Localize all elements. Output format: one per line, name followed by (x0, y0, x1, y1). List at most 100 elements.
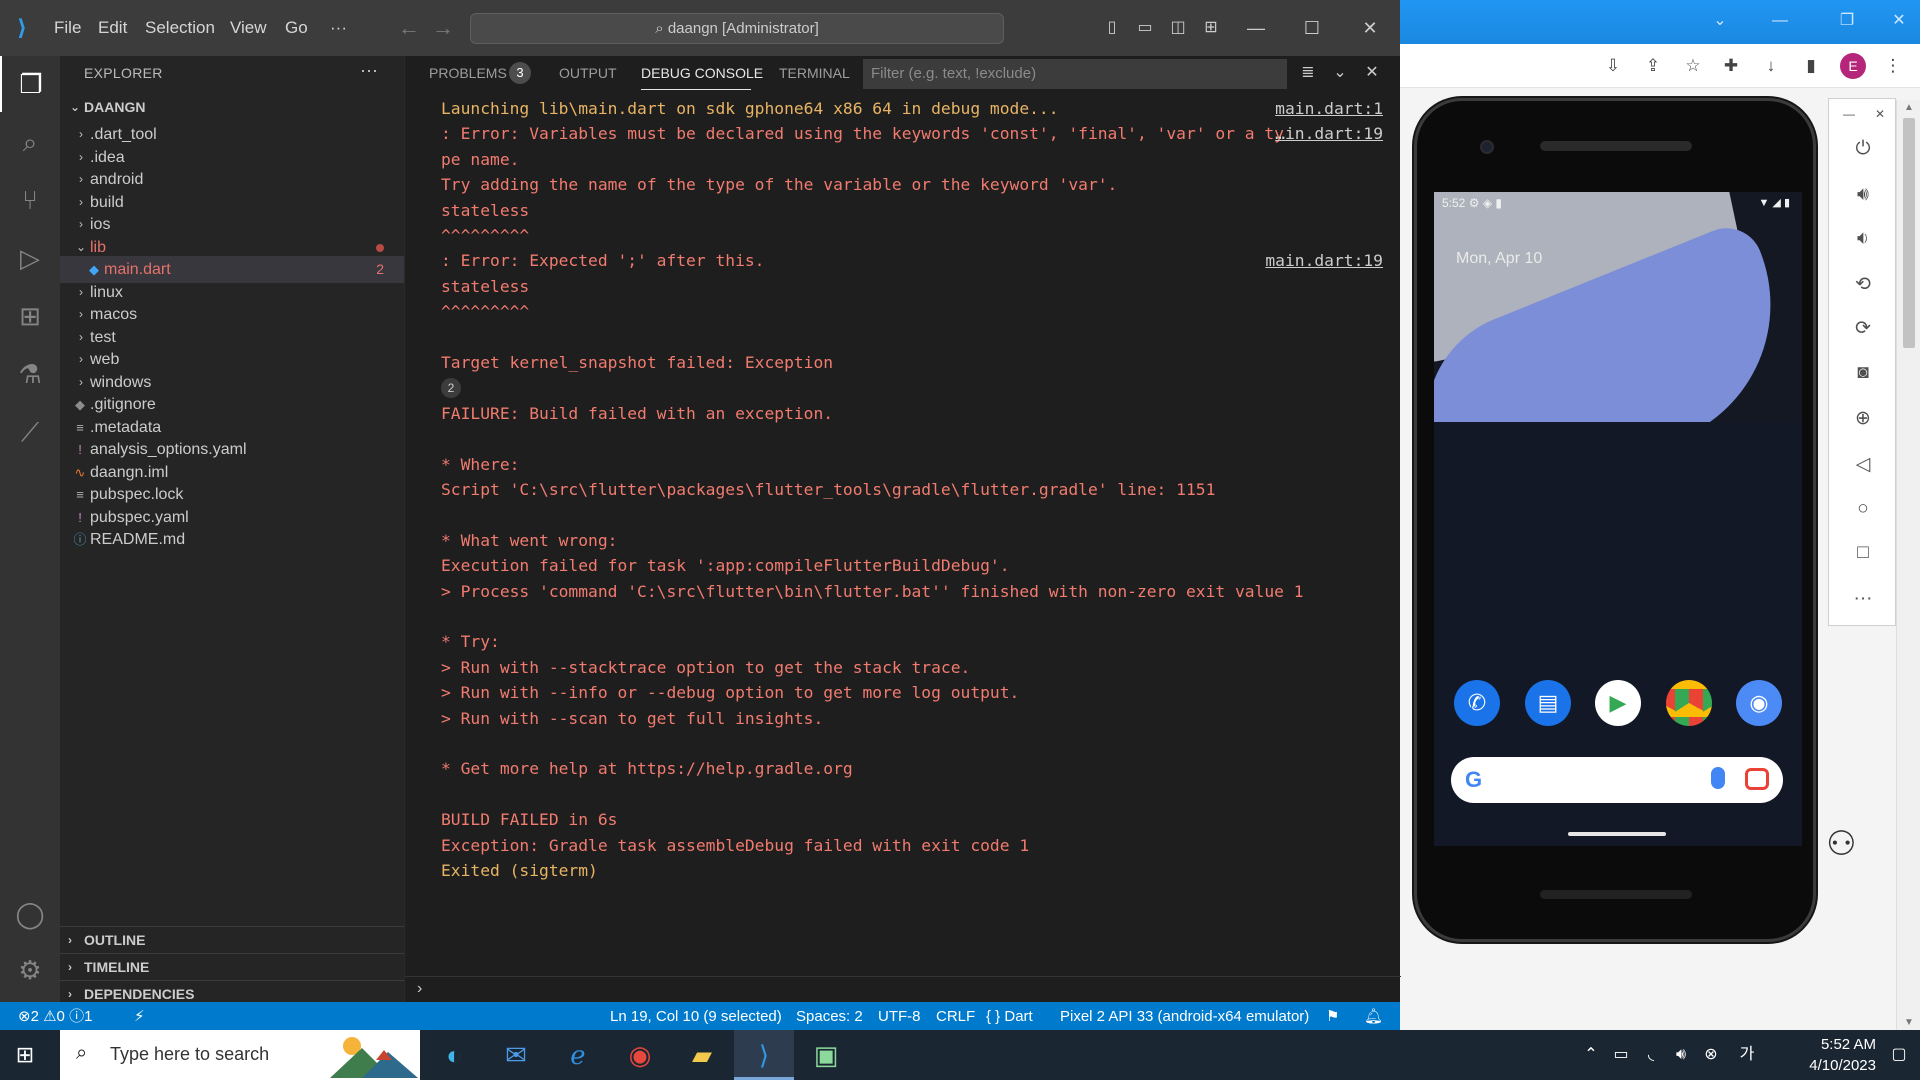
extensions-icon[interactable]: ✚ (1718, 54, 1744, 78)
project-root[interactable]: ⌄ DAANGN (60, 94, 404, 121)
console-input-prompt[interactable]: › (417, 980, 422, 998)
scroll-up-arrow[interactable]: ▲ (1897, 102, 1920, 113)
tab-debug-console[interactable]: DEBUG CONSOLE (641, 65, 763, 81)
minimize-button[interactable]: — (1843, 107, 1855, 121)
emulator-screen[interactable]: 5:52 ⚙ ◈ ▮ ▼ ◢ ▮ Mon, Apr 10 ✆ ▤ ▶ ◉ G (1434, 192, 1802, 846)
chrome-app-icon[interactable]: ◉ (610, 1030, 670, 1080)
testing-icon[interactable]: ⚗ (0, 346, 60, 402)
zoom-icon[interactable]: ⊕ (1829, 403, 1897, 435)
source-control-icon[interactable]: ⑂ (0, 172, 60, 228)
chevron-down-icon[interactable]: ⌄ (1705, 8, 1735, 34)
line-ending[interactable]: CRLF (936, 1007, 975, 1027)
cursor-position[interactable]: Ln 19, Col 10 (9 selected) (610, 1007, 782, 1027)
indentation[interactable]: Spaces: 2 (796, 1007, 863, 1027)
back-arrow-icon[interactable]: ← (398, 15, 420, 41)
kebab-menu-icon[interactable]: ⋮ (1880, 54, 1906, 78)
minimize-button[interactable]: — (1765, 8, 1795, 34)
phone-app-icon[interactable]: ✆ (1454, 680, 1500, 726)
close-button[interactable]: ✕ (1875, 107, 1885, 121)
close-button[interactable]: ✕ (1884, 8, 1914, 34)
google-lens-icon[interactable] (1745, 768, 1769, 790)
sidepanel-icon[interactable]: ▮ (1798, 54, 1824, 78)
mail-app-icon[interactable]: ✉ (486, 1030, 546, 1080)
device-selector[interactable]: Pixel 2 API 33 (android-x64 emulator) (1060, 1007, 1309, 1027)
problems-status[interactable]: ⊗2 ⚠0 ⓘ1 (18, 1007, 92, 1027)
more-options-icon[interactable]: ··· (1829, 583, 1897, 615)
language-mode[interactable]: { } Dart (986, 1007, 1033, 1027)
camera-app-icon[interactable]: ◉ (1736, 680, 1782, 726)
overview-icon[interactable]: □ (1829, 537, 1897, 569)
menu-file[interactable]: File (54, 18, 81, 38)
close-button[interactable]: ✕ (1350, 14, 1390, 42)
messages-app-icon[interactable]: ▤ (1525, 680, 1571, 726)
toggle-sidebar-icon[interactable]: ▯ (1101, 18, 1123, 38)
volume-down-icon[interactable]: 🔉︎ (1829, 223, 1897, 255)
download-icon[interactable]: ↓ (1758, 54, 1784, 78)
menu-more[interactable]: ··· (330, 18, 347, 38)
google-search-bar[interactable]: G (1451, 757, 1783, 803)
more-actions-icon[interactable]: ··· (360, 60, 378, 81)
rotate-right-icon[interactable]: ⟳ (1829, 313, 1897, 345)
feedback-icon[interactable]: ⚑ (1326, 1007, 1339, 1027)
input-language-icon[interactable]: 가 (1736, 1044, 1758, 1066)
windows-start-icon[interactable]: ⊞ (12, 1042, 38, 1068)
network-icon[interactable]: ◟ (1640, 1044, 1662, 1066)
notifications-bell-icon[interactable]: 🔔︎ (1364, 1007, 1383, 1027)
edge-app-icon[interactable]: ◐ (424, 1030, 484, 1080)
search-icon[interactable]: ⌕ (0, 114, 60, 170)
customize-layout-icon[interactable]: ⊞ (1200, 18, 1222, 38)
source-link[interactable]: main.dart:1 (1275, 96, 1383, 121)
file-explorer-app-icon[interactable]: ▰ (672, 1030, 732, 1080)
tab-terminal[interactable]: TERMINAL (779, 65, 850, 81)
menu-view[interactable]: View (230, 18, 267, 38)
internet-explorer-app-icon[interactable]: ℯ (548, 1030, 608, 1080)
scrollbar[interactable]: ▲ ▼ (1896, 100, 1920, 1030)
tree-file[interactable]: ⓘ README.md (60, 526, 404, 553)
source-link[interactable]: …in.dart:19 (1275, 121, 1383, 146)
forward-arrow-icon[interactable]: → (432, 15, 454, 41)
chrome-app-icon[interactable] (1666, 680, 1712, 726)
encoding[interactable]: UTF-8 (878, 1007, 921, 1027)
clear-console-icon[interactable]: ≣ (1297, 62, 1319, 84)
chevron-down-icon[interactable]: ⌄ (1329, 62, 1351, 84)
star-icon[interactable]: ☆ (1680, 54, 1706, 78)
gesture-nav-bar[interactable] (1568, 832, 1666, 836)
volume-up-icon[interactable]: 🔊︎ (1829, 179, 1897, 211)
restore-button[interactable]: ❐ (1832, 8, 1862, 34)
home-date[interactable]: Mon, Apr 10 (1456, 250, 1542, 268)
minimize-button[interactable]: — (1236, 14, 1276, 42)
taskbar-search[interactable]: ⌕ Type here to search (60, 1030, 420, 1080)
console-filter-input[interactable]: Filter (e.g. text, !exclude) (863, 59, 1287, 89)
share-icon[interactable]: ⇪ (1640, 54, 1666, 78)
install-icon[interactable]: ⇩ (1600, 54, 1626, 78)
taskbar-clock[interactable]: 5:52 AM 4/10/2023 (1766, 1034, 1876, 1076)
scroll-thumb[interactable] (1903, 118, 1915, 348)
power-icon[interactable]: ⏻ (1829, 133, 1897, 165)
settings-gear-icon[interactable]: ⚙ (0, 942, 60, 998)
microphone-icon[interactable] (1711, 767, 1725, 789)
menu-selection[interactable]: Selection (145, 18, 215, 38)
command-center[interactable]: ⌕ daangn [Administrator] (470, 13, 1004, 44)
battery-icon[interactable]: ▭ (1610, 1044, 1632, 1066)
maximize-button[interactable]: ☐ (1292, 14, 1332, 42)
flutter-icon[interactable]: ⟋ (0, 404, 60, 460)
profile-avatar[interactable]: E (1840, 53, 1866, 79)
run-debug-icon[interactable]: ▷ (0, 230, 60, 286)
extensions-icon[interactable]: ⊞ (0, 288, 60, 344)
play-store-app-icon[interactable]: ▶ (1595, 680, 1641, 726)
android-emulator-app-icon[interactable]: ▣ (796, 1030, 856, 1080)
close-panel-icon[interactable]: ✕ (1361, 62, 1383, 84)
tab-output[interactable]: OUTPUT (559, 65, 617, 81)
section-timeline[interactable]: › TIMELINE (60, 953, 404, 980)
back-icon[interactable]: ◁ (1829, 449, 1897, 481)
section-outline[interactable]: › OUTLINE (60, 926, 404, 953)
show-hidden-icons-icon[interactable]: ⌃ (1580, 1044, 1602, 1066)
notification-center-icon[interactable]: ▢ (1888, 1044, 1910, 1066)
explorer-icon[interactable]: ❐ (0, 56, 60, 112)
menu-go[interactable]: Go (285, 18, 308, 38)
debug-status-icon[interactable]: ⚡ (134, 1007, 145, 1027)
home-icon[interactable]: ○ (1829, 493, 1897, 525)
screenshot-icon[interactable]: ◙ (1829, 357, 1897, 389)
volume-icon[interactable]: 🔊︎ (1670, 1044, 1692, 1066)
close-circle-icon[interactable]: ⊗ (1700, 1044, 1722, 1066)
